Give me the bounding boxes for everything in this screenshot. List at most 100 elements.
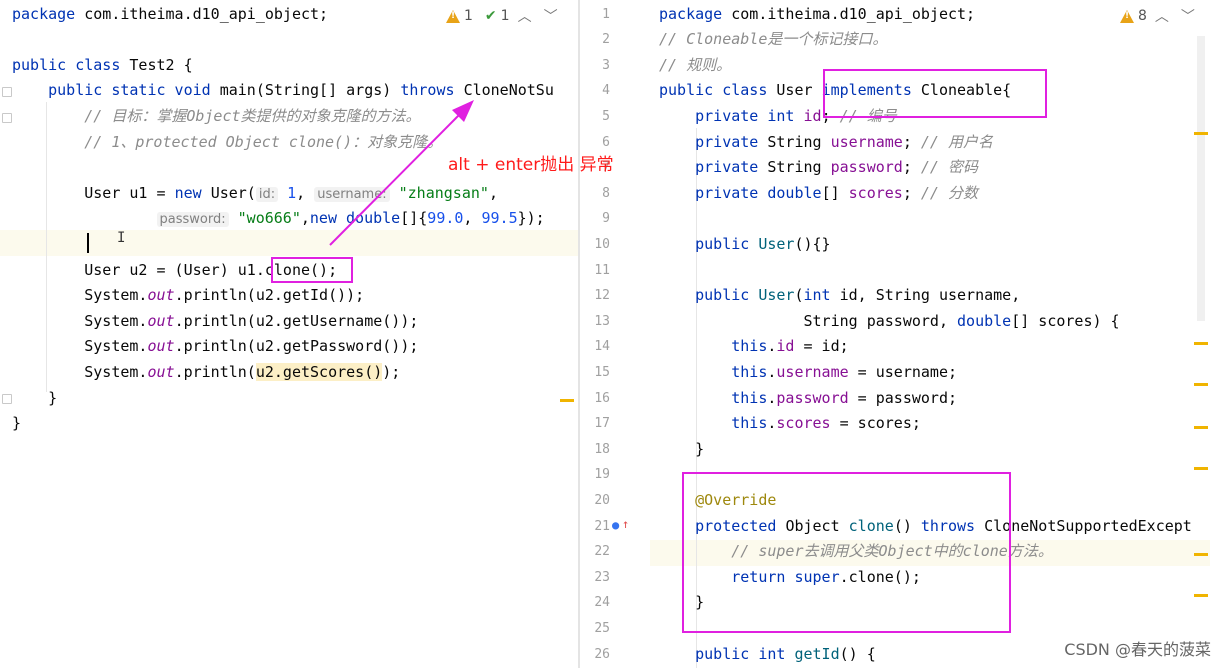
code-line[interactable]: this.id = id; xyxy=(659,334,848,360)
code-token: out xyxy=(147,311,175,330)
code-line[interactable]: public int getId() { xyxy=(659,642,876,668)
warning-stripe-marker[interactable] xyxy=(1194,342,1208,345)
code-line[interactable]: public static void main(String[] args) t… xyxy=(12,78,554,104)
code-token: double xyxy=(957,311,1012,330)
code-line[interactable]: // Cloneable是一个标记接口。 xyxy=(659,27,887,53)
code-token: this xyxy=(731,362,768,381)
code-token: public xyxy=(659,234,759,253)
code-token: String xyxy=(767,132,831,151)
code-line[interactable]: // 规则。 xyxy=(659,53,731,79)
warning-stripe-marker[interactable] xyxy=(1194,467,1208,470)
code-line[interactable]: private String username; // 用户名 xyxy=(659,130,993,156)
highlight-box-clone-method xyxy=(682,472,1011,633)
fold-marker[interactable] xyxy=(2,394,12,404)
code-line[interactable]: User u1 = new User(id: 1, username: "zha… xyxy=(12,181,498,207)
warning-stripe-marker[interactable] xyxy=(1194,426,1208,429)
code-token: private double xyxy=(659,183,822,202)
code-line[interactable]: } xyxy=(12,386,57,412)
line-number: 25 xyxy=(594,620,610,636)
code-token: , xyxy=(488,183,498,202)
code-token: // 用户名 xyxy=(920,132,993,151)
inspection-widget[interactable]: 1 ✔ 1 ︿ ﹀ xyxy=(446,6,562,26)
code-token: .println(u2.getId()); xyxy=(174,286,365,305)
line-number: 9 xyxy=(602,211,610,227)
warning-stripe-marker[interactable] xyxy=(1194,383,1208,386)
warning-stripe-marker[interactable] xyxy=(1194,553,1208,556)
code-token: u2.getScores() xyxy=(255,362,383,381)
code-line[interactable]: package com.itheima.d10_api_object; xyxy=(12,2,328,28)
code-line[interactable]: System.out.println(u2.getScores()); xyxy=(12,360,400,386)
code-token: 99.0 xyxy=(427,209,464,228)
code-token: // 规则。 xyxy=(659,55,732,74)
code-token: out xyxy=(147,337,175,356)
code-line[interactable]: } xyxy=(12,411,21,437)
code-token: System. xyxy=(12,337,148,356)
code-line[interactable]: System.out.println(u2.getUsername()); xyxy=(12,309,418,335)
code-token: , xyxy=(463,209,482,228)
code-line[interactable]: System.out.println(u2.getId()); xyxy=(12,283,364,309)
warning-stripe-marker[interactable] xyxy=(1194,594,1208,597)
code-token: id xyxy=(803,106,822,125)
code-token: } xyxy=(12,388,58,407)
code-line[interactable]: } xyxy=(659,437,704,463)
line-number: 19 xyxy=(594,467,610,483)
warning-icon xyxy=(1120,9,1134,23)
code-line[interactable]: // 1、protected Object clone()：对象克隆。 xyxy=(12,130,442,156)
code-line[interactable]: this.scores = scores; xyxy=(659,411,921,437)
chevron-down-icon[interactable]: ﹀ xyxy=(540,6,562,26)
warning-stripe-marker[interactable] xyxy=(1194,132,1208,135)
code-line[interactable]: public class Test2 { xyxy=(12,53,193,79)
code-line[interactable]: this.password = password; xyxy=(659,386,957,412)
code-token: package xyxy=(659,4,732,23)
implements-arrow-icon[interactable]: ↑ xyxy=(622,517,629,531)
weak-warning-count: 1 xyxy=(500,8,510,24)
code-line[interactable]: password: "wo666",new double[]{99.0, 99.… xyxy=(12,206,545,232)
vertical-scrollbar[interactable] xyxy=(1197,36,1205,321)
mouse-ibeam-cursor: I xyxy=(117,230,126,246)
code-line[interactable]: private String password; // 密码 xyxy=(659,155,978,181)
code-token: throws xyxy=(400,81,464,100)
text-caret xyxy=(87,233,89,253)
left-editor-pane[interactable]: package com.itheima.d10_api_object;publi… xyxy=(0,0,578,668)
code-token: "zhangsan" xyxy=(398,183,489,202)
line-number: 23 xyxy=(594,569,610,585)
override-method-icon[interactable]: ● xyxy=(612,518,619,532)
chevron-down-icon[interactable]: ﹀ xyxy=(1177,6,1199,26)
code-token: } xyxy=(659,439,705,458)
code-token: } xyxy=(12,414,22,433)
code-token: scores xyxy=(848,183,903,202)
code-token: username: xyxy=(314,186,390,202)
code-line[interactable]: public User(){} xyxy=(659,232,830,258)
code-token: ; xyxy=(902,158,921,177)
code-token: new xyxy=(309,209,347,228)
line-number: 14 xyxy=(594,339,610,355)
code-line[interactable]: String password, double[] scores) { xyxy=(659,309,1119,335)
code-token: password xyxy=(830,158,903,177)
warning-stripe-marker[interactable] xyxy=(560,399,574,402)
code-token: = password; xyxy=(848,388,958,407)
code-token: out xyxy=(147,362,175,381)
chevron-up-icon[interactable]: ︿ xyxy=(1151,6,1173,26)
code-line[interactable]: System.out.println(u2.getPassword()); xyxy=(12,334,418,360)
code-line[interactable]: private double[] scores; // 分数 xyxy=(659,181,978,207)
fold-marker[interactable] xyxy=(2,87,12,97)
line-number: 10 xyxy=(594,236,610,252)
code-line[interactable]: // 目标：掌握Object类提供的对象克隆的方法。 xyxy=(12,104,420,130)
line-number: 11 xyxy=(594,262,610,278)
inspection-widget[interactable]: 8 ︿ ﹀ xyxy=(1120,6,1199,26)
code-token: username xyxy=(830,132,903,151)
chevron-up-icon[interactable]: ︿ xyxy=(514,6,536,26)
code-line[interactable]: public User(int id, String username, xyxy=(659,283,1020,309)
code-token: , xyxy=(300,209,310,228)
code-token: User u1 = xyxy=(12,183,175,202)
code-token: username xyxy=(776,362,849,381)
code-token: ; xyxy=(902,183,921,202)
fold-marker[interactable] xyxy=(2,113,12,123)
code-line[interactable]: package com.itheima.d10_api_object; xyxy=(659,2,975,28)
code-token: CloneNotSupportedExcept xyxy=(984,516,1192,535)
code-line[interactable]: this.username = username; xyxy=(659,360,957,386)
